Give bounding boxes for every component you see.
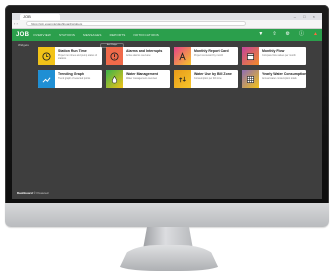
tile-desc: Consumption per bill zone bbox=[194, 77, 222, 80]
widget-tile[interactable]: Water Use by Bill Zone Consumption per b… bbox=[174, 70, 238, 88]
settings-icon[interactable]: ⚙ bbox=[286, 31, 290, 38]
tile-title: Monthly Flow bbox=[262, 49, 285, 53]
widget-tile[interactable]: Monthly Report Card Project scorecard by… bbox=[174, 47, 238, 65]
tile-body: Water Management Water management overvi… bbox=[123, 70, 160, 88]
window-controls[interactable]: – □ × bbox=[294, 14, 318, 19]
tile-icon-bg bbox=[106, 70, 123, 88]
screen: JOB – □ × ‹ › https://job.example/dashbo… bbox=[12, 13, 322, 199]
table-icon bbox=[247, 75, 254, 83]
grade-icon bbox=[179, 51, 186, 60]
tile-desc: Water management overview bbox=[126, 77, 158, 80]
tile-title: Trending Graph bbox=[58, 72, 85, 76]
widget-tile[interactable]: Station Run Time Project run times and p… bbox=[38, 47, 102, 65]
browser-tab-strip: JOB – □ × bbox=[12, 13, 322, 20]
nav-stations[interactable]: Stations bbox=[59, 33, 75, 37]
tile-icon-bg bbox=[242, 47, 259, 65]
address-bar: ‹ › https://job.example/dashboard/widget… bbox=[12, 20, 322, 29]
tile-desc: Compare flow values per month bbox=[262, 54, 296, 57]
tile-icon-bg bbox=[242, 70, 259, 88]
app-header: JOB Overview Stations Messages Reports N… bbox=[12, 29, 322, 41]
tile-body: Monthly Flow Compare flow values per mon… bbox=[259, 47, 298, 65]
tile-body: Station Run Time Project run times and p… bbox=[55, 47, 102, 65]
widget-grid: Station Run Time Project run times and p… bbox=[38, 47, 306, 88]
tile-title: Yearly Water Consumption bbox=[262, 72, 306, 76]
zone-icon bbox=[179, 76, 186, 82]
tile-body: Water Use by Bill Zone Consumption per b… bbox=[191, 70, 234, 88]
tile-title: Water Use by Bill Zone bbox=[194, 72, 232, 76]
alert-icon[interactable]: ▲ bbox=[313, 31, 318, 38]
url-field[interactable]: https://job.example/dashboard/widgets bbox=[26, 21, 246, 26]
tile-icon-bg bbox=[174, 47, 191, 65]
tile-desc: Project run times and pump status of sta… bbox=[58, 54, 97, 60]
widget-tile[interactable]: Monthly Flow Compare flow values per mon… bbox=[242, 47, 306, 65]
water-icon bbox=[111, 75, 118, 83]
tile-title: Alarms and Interrupts bbox=[126, 49, 163, 53]
tile-body: Monthly Report Card Project scorecard by… bbox=[191, 47, 231, 65]
nav-overview[interactable]: Overview bbox=[33, 33, 51, 37]
tile-desc: Active alarms overview bbox=[126, 54, 151, 57]
footer-brand: Dashboard bbox=[17, 191, 33, 195]
app-logo[interactable]: JOB bbox=[12, 32, 33, 38]
footer: Dashboard © Powered bbox=[17, 191, 48, 195]
nav-reports[interactable]: Reports bbox=[110, 33, 126, 37]
tile-icon-bg bbox=[174, 70, 191, 88]
info-icon[interactable]: ⓘ bbox=[299, 31, 304, 38]
tile-title: Water Management bbox=[126, 72, 158, 76]
widget-tile[interactable]: Yearly Water Consumption Annual water co… bbox=[242, 70, 306, 88]
tile-desc: Project scorecard by month bbox=[194, 54, 224, 57]
tile-title: Monthly Report Card bbox=[194, 49, 229, 53]
clock-icon bbox=[42, 51, 51, 61]
tile-icon-bg bbox=[38, 47, 55, 65]
nav-messages[interactable]: Messages bbox=[83, 33, 101, 37]
upload-icon[interactable]: ⇧ bbox=[272, 31, 276, 38]
warning-icon bbox=[110, 51, 119, 61]
tile-body: Yearly Water Consumption Annual water co… bbox=[259, 70, 306, 88]
calendar-icon bbox=[246, 52, 255, 60]
tile-icon-bg bbox=[106, 47, 123, 65]
tile-icon-bg bbox=[38, 70, 55, 88]
nav-notifications[interactable]: Notifications bbox=[133, 33, 159, 37]
widget-tile[interactable]: Alarms and Interrupts Active alarms over… bbox=[106, 47, 170, 65]
tile-body: Alarms and Interrupts Active alarms over… bbox=[123, 47, 164, 65]
header-icon-group: ▼ ⇧ ⚙ ⓘ ▲ bbox=[258, 31, 318, 38]
tile-body: Trending Graph Trend graph of selected p… bbox=[55, 70, 92, 88]
back-forward-icon[interactable]: ‹ › bbox=[14, 21, 18, 26]
monitor-stand-base bbox=[118, 245, 220, 271]
trend-icon bbox=[42, 76, 51, 83]
widget-tile[interactable]: Water Management Water management overvi… bbox=[106, 70, 170, 88]
tile-desc: Trend graph of selected points bbox=[58, 77, 91, 80]
tile-title: Station Run Time bbox=[58, 49, 87, 53]
tile-desc: Annual water consumption totals bbox=[262, 77, 297, 80]
monitor-chin bbox=[5, 203, 329, 227]
footer-text: © Powered bbox=[33, 191, 49, 195]
widget-tile[interactable]: Trending Graph Trend graph of selected p… bbox=[38, 70, 102, 88]
breadcrumb: Widgets bbox=[18, 43, 29, 47]
filter-icon[interactable]: ▼ bbox=[258, 31, 263, 38]
